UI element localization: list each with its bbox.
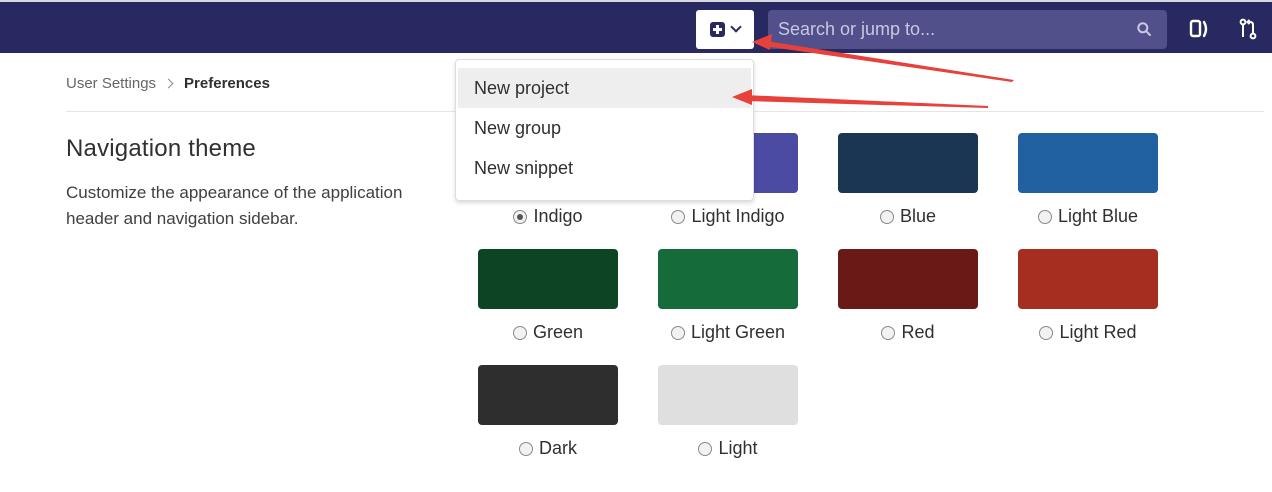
theme-label[interactable]: Indigo [478, 206, 618, 227]
search-icon[interactable] [1137, 22, 1151, 36]
theme-label[interactable]: Light [658, 438, 798, 459]
top-navbar [0, 0, 1272, 53]
merge-request-icon[interactable] [1237, 18, 1259, 40]
arrow-to-new-project [744, 95, 988, 108]
theme-swatch-blue[interactable] [838, 133, 978, 193]
theme-label-text: Red [901, 322, 935, 342]
theme-label-text: Light [718, 438, 758, 458]
theme-radio-indigo[interactable] [513, 209, 528, 224]
search-input[interactable] [778, 19, 1118, 40]
theme-label-text: Blue [899, 206, 937, 226]
search-box[interactable] [768, 10, 1167, 49]
plus-square-icon [710, 22, 725, 37]
new-dropdown-button[interactable] [696, 10, 754, 49]
theme-label[interactable]: Light Green [658, 322, 798, 343]
theme-label-text: Dark [538, 438, 577, 458]
theme-label[interactable]: Dark [478, 438, 618, 459]
theme-label[interactable]: Red [838, 322, 978, 343]
theme-option-red[interactable]: Red [838, 249, 978, 343]
breadcrumb-preferences[interactable]: Preferences [184, 75, 270, 92]
theme-swatch-light-green[interactable] [658, 249, 798, 309]
menu-item-new-project[interactable]: New project [458, 68, 751, 108]
section-description: Customize the appearance of the applicat… [66, 183, 403, 228]
theme-radio-blue[interactable] [879, 209, 894, 224]
chevron-down-icon [730, 21, 742, 33]
theme-label-text: Light Red [1059, 322, 1137, 342]
theme-radio-dark[interactable] [518, 441, 533, 456]
theme-swatch-light-red[interactable] [1018, 249, 1158, 309]
theme-label[interactable]: Light Indigo [658, 206, 798, 227]
issues-icon[interactable] [1189, 18, 1211, 40]
theme-label-text: Indigo [533, 206, 583, 226]
menu-item-new-snippet[interactable]: New snippet [458, 148, 751, 188]
breadcrumb-user-settings[interactable]: User Settings [66, 75, 156, 92]
theme-option-light-red[interactable]: Light Red [1018, 249, 1158, 343]
theme-label[interactable]: Blue [838, 206, 978, 227]
theme-label-text: Light Blue [1057, 206, 1139, 226]
theme-label[interactable]: Green [478, 322, 618, 343]
preferences-page: User Settings Preferences Navigation the… [0, 0, 1272, 492]
theme-radio-light-red[interactable] [1039, 325, 1054, 340]
new-dropdown-menu: New project New group New snippet [455, 59, 754, 201]
theme-option-light-blue[interactable]: Light Blue [1018, 133, 1158, 227]
section-title: Navigation theme [66, 135, 256, 162]
menu-item-new-group[interactable]: New group [458, 108, 751, 148]
theme-radio-light-indigo[interactable] [671, 209, 686, 224]
theme-label[interactable]: Light Red [1018, 322, 1158, 343]
theme-swatch-light-blue[interactable] [1018, 133, 1158, 193]
theme-radio-light[interactable] [698, 441, 713, 456]
theme-radio-green[interactable] [512, 325, 527, 340]
theme-swatch-green[interactable] [478, 249, 618, 309]
theme-radio-light-blue[interactable] [1037, 209, 1052, 224]
theme-option-blue[interactable]: Blue [838, 133, 978, 227]
breadcrumb: User Settings Preferences [66, 73, 270, 93]
theme-radio-light-green[interactable] [670, 325, 685, 340]
theme-label[interactable]: Light Blue [1018, 206, 1158, 227]
theme-radio-red[interactable] [881, 325, 896, 340]
theme-option-light-green[interactable]: Light Green [658, 249, 798, 343]
theme-swatch-dark[interactable] [478, 365, 618, 425]
theme-option-dark[interactable]: Dark [478, 365, 618, 459]
theme-label-text: Light Green [690, 322, 786, 342]
theme-swatch-light[interactable] [658, 365, 798, 425]
theme-option-light[interactable]: Light [658, 365, 798, 459]
theme-swatch-red[interactable] [838, 249, 978, 309]
theme-label-text: Green [532, 322, 584, 342]
theme-label-text: Light Indigo [691, 206, 785, 226]
chevron-right-icon [163, 78, 174, 88]
theme-option-green[interactable]: Green [478, 249, 618, 343]
